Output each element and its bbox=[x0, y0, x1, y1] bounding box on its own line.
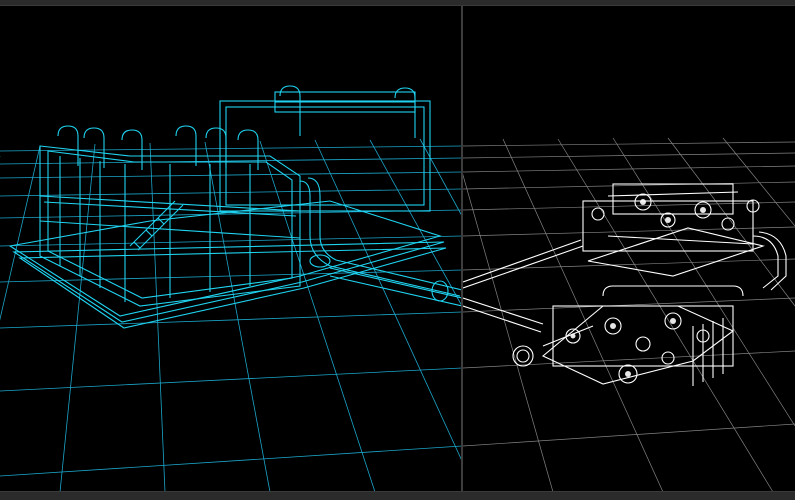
bottom-status-strip bbox=[0, 491, 795, 500]
viewport-right-canvas[interactable] bbox=[463, 6, 795, 492]
piping-assembly-wireframe[interactable] bbox=[463, 183, 787, 386]
valve-cluster-highlights bbox=[570, 199, 706, 377]
ground-grid-right bbox=[463, 137, 795, 492]
viewport-right[interactable] bbox=[463, 6, 795, 492]
app-window bbox=[0, 0, 795, 500]
ground-grid-left bbox=[0, 138, 462, 492]
plant-module-wireframe[interactable] bbox=[8, 85, 462, 329]
viewport-left[interactable] bbox=[0, 6, 462, 492]
viewport-left-canvas[interactable] bbox=[0, 6, 462, 492]
